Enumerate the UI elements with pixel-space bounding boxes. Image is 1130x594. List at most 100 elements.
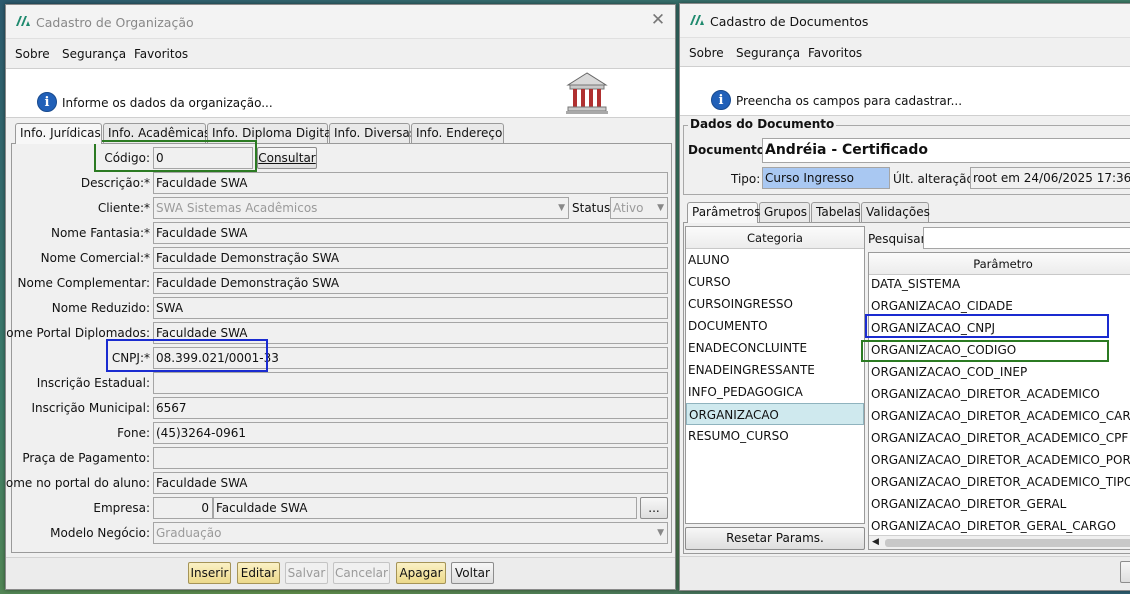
banner-text: Informe os dados da organização... <box>62 96 273 110</box>
apagar-button[interactable]: Apagar <box>396 562 446 584</box>
menu-sobre[interactable]: Sobre <box>15 47 50 61</box>
list-item[interactable]: ORGANIZACAO_COD_INEP <box>869 361 1130 383</box>
tab-validacoes[interactable]: Validações <box>861 202 930 222</box>
action-bar <box>680 556 1130 590</box>
modelo-negocio-combo[interactable]: Graduação ▼ <box>153 522 668 544</box>
status-label: Status: <box>572 201 615 215</box>
organizacao-window: Cadastro de Organização ✕ Sobre Seguranç… <box>5 4 676 590</box>
empresa-code-field[interactable]: 0 <box>153 497 213 519</box>
tab-info-juridicas[interactable]: Info. Jurídicas <box>15 123 102 144</box>
descricao-field[interactable]: Faculdade SWA <box>153 172 668 194</box>
chevron-down-icon: ▼ <box>558 203 565 213</box>
list-item[interactable]: ALUNO <box>686 249 864 271</box>
menu-seguranca[interactable]: Segurança <box>62 47 126 61</box>
nome-reduzido-field[interactable]: SWA <box>153 297 668 319</box>
documentos-window: Cadastro de Documentos Sobre Segurança F… <box>679 3 1130 591</box>
pesquisar-input[interactable] <box>923 227 1130 249</box>
list-item[interactable]: ORGANIZACAO_DIRETOR_ACADEMICO_CARGO <box>869 405 1130 427</box>
editar-button[interactable]: Editar <box>237 562 280 584</box>
menu-favoritos[interactable]: Favoritos <box>808 46 862 60</box>
doc-tabs: Parâmetros Grupos Tabelas Validações <box>687 202 947 223</box>
praca-pagamento-label: Praça de Pagamento: <box>22 451 150 465</box>
list-item[interactable]: ORGANIZACAO_CODIGO <box>869 339 1130 361</box>
list-item[interactable]: DOCUMENTO <box>686 315 864 337</box>
title-bar: Cadastro de Documentos <box>680 4 1130 38</box>
menu-sobre[interactable]: Sobre <box>689 46 724 60</box>
scrollbar-thumb[interactable] <box>885 539 1130 547</box>
menu-bar: Sobre Segurança Favoritos <box>6 39 675 67</box>
building-icon <box>566 72 608 114</box>
list-item[interactable]: DATA_SISTEMA <box>869 273 1130 295</box>
info-icon: i <box>37 92 57 112</box>
horizontal-scrollbar[interactable]: ◀ <box>869 535 1130 549</box>
status-combo[interactable]: Ativo ▼ <box>610 197 668 219</box>
chevron-down-icon: ▼ <box>657 528 664 538</box>
list-item[interactable]: ORGANIZACAO_CNPJ <box>869 317 1130 339</box>
consultar-button[interactable]: Consultar <box>257 147 317 169</box>
inserir-button[interactable]: Inserir <box>188 562 231 584</box>
inscricao-estadual-field[interactable] <box>153 372 668 394</box>
codigo-field[interactable]: 0 <box>153 147 253 169</box>
documento-field[interactable]: Andréia - Certificado <box>762 138 1130 163</box>
cancelar-button[interactable]: Cancelar <box>333 562 390 584</box>
empresa-name-field: Faculdade SWA <box>213 497 637 519</box>
fone-label: Fone: <box>117 426 150 440</box>
banner-text: Preencha os campos para cadastrar... <box>736 94 963 108</box>
list-item[interactable]: INFO_PEDAGOGICA <box>686 381 864 403</box>
modelo-negocio-label: Modelo Negócio: <box>50 526 150 540</box>
list-item[interactable]: ORGANIZACAO_DIRETOR_GERAL_CARGO <box>869 515 1130 537</box>
codigo-label: Código: <box>104 151 150 165</box>
nome-portal-diplomados-field[interactable]: Faculdade SWA <box>153 322 668 344</box>
inscricao-municipal-label: Inscrição Municipal: <box>31 401 150 415</box>
nome-reduzido-label: Nome Reduzido: <box>51 301 150 315</box>
ult-alteracao-field: root em 24/06/2025 17:36 <box>970 167 1130 189</box>
close-icon[interactable]: ✕ <box>649 11 667 29</box>
voltar-button[interactable]: Voltar <box>451 562 494 584</box>
parametro-list: Parâmetro DATA_SISTEMA ORGANIZACAO_CIDAD… <box>868 252 1130 550</box>
tab-info-academicas[interactable]: Info. Acadêmicas <box>103 123 210 143</box>
menu-bar: Sobre Segurança Favoritos <box>680 38 1130 66</box>
inscricao-estadual-label: Inscrição Estadual: <box>36 376 150 390</box>
tab-grupos[interactable]: Grupos <box>759 202 810 222</box>
list-item[interactable]: CURSO <box>686 271 864 293</box>
info-icon: i <box>711 90 731 110</box>
info-banner: i Informe os dados da organização... <box>6 68 675 118</box>
cnpj-field[interactable]: 08.399.021/0001-33 <box>153 347 668 369</box>
list-item[interactable]: ORGANIZACAO_DIRETOR_ACADEMICO <box>869 383 1130 405</box>
menu-seguranca[interactable]: Segurança <box>736 46 800 60</box>
list-item[interactable]: ENADECONCLUINTE <box>686 337 864 359</box>
resetar-params-button[interactable]: Resetar Params. <box>685 527 865 550</box>
nome-complementar-field[interactable]: Faculdade Demonstração SWA <box>153 272 668 294</box>
pesquisar-label: Pesquisar: <box>868 232 930 246</box>
list-item[interactable]: ORGANIZACAO_DIRETOR_ACADEMICO_PORT... <box>869 449 1130 471</box>
list-item[interactable]: ENADEINGRESSANTE <box>686 359 864 381</box>
list-item[interactable]: ORGANIZACAO_DIRETOR_ACADEMICO_TIPO_... <box>869 471 1130 493</box>
salvar-button[interactable]: Salvar <box>285 562 328 584</box>
tipo-field[interactable]: Curso Ingresso <box>762 167 890 189</box>
cliente-label: Cliente:* <box>97 201 150 215</box>
list-item[interactable]: ORGANIZACAO_DIRETOR_GERAL <box>869 493 1130 515</box>
categoria-list: Categoria ALUNO CURSO CURSOINGRESSO DOCU… <box>685 226 865 524</box>
tab-tabelas[interactable]: Tabelas <box>811 202 861 222</box>
tab-info-endereco[interactable]: Info. Endereço <box>411 123 504 143</box>
list-item-selected[interactable]: ORGANIZACAO <box>686 403 864 425</box>
list-item[interactable]: RESUMO_CURSO <box>686 425 864 447</box>
cliente-combo[interactable]: SWA Sistemas Acadêmicos ▼ <box>153 197 569 219</box>
empresa-lookup-button[interactable]: ... <box>640 497 668 519</box>
list-item[interactable]: ORGANIZACAO_DIRETOR_ACADEMICO_CPF <box>869 427 1130 449</box>
tab-info-diploma-digital[interactable]: Info. Diploma Digital <box>207 123 335 143</box>
partial-button[interactable] <box>1120 561 1130 583</box>
group-title: Dados do Documento <box>688 117 837 131</box>
nome-fantasia-field[interactable]: Faculdade SWA <box>153 222 668 244</box>
menu-favoritos[interactable]: Favoritos <box>134 47 188 61</box>
scroll-left-icon[interactable]: ◀ <box>872 537 879 547</box>
inscricao-municipal-field[interactable]: 6567 <box>153 397 668 419</box>
list-item[interactable]: ORGANIZACAO_CIDADE <box>869 295 1130 317</box>
fone-field[interactable]: (45)3264-0961 <box>153 422 668 444</box>
nome-portal-aluno-field[interactable]: Faculdade SWA <box>153 472 668 494</box>
tab-info-diversas[interactable]: Info. Diversas <box>329 123 416 143</box>
tab-parametros[interactable]: Parâmetros <box>687 202 760 223</box>
nome-comercial-field[interactable]: Faculdade Demonstração SWA <box>153 247 668 269</box>
praca-pagamento-field[interactable] <box>153 447 668 469</box>
list-item[interactable]: CURSOINGRESSO <box>686 293 864 315</box>
